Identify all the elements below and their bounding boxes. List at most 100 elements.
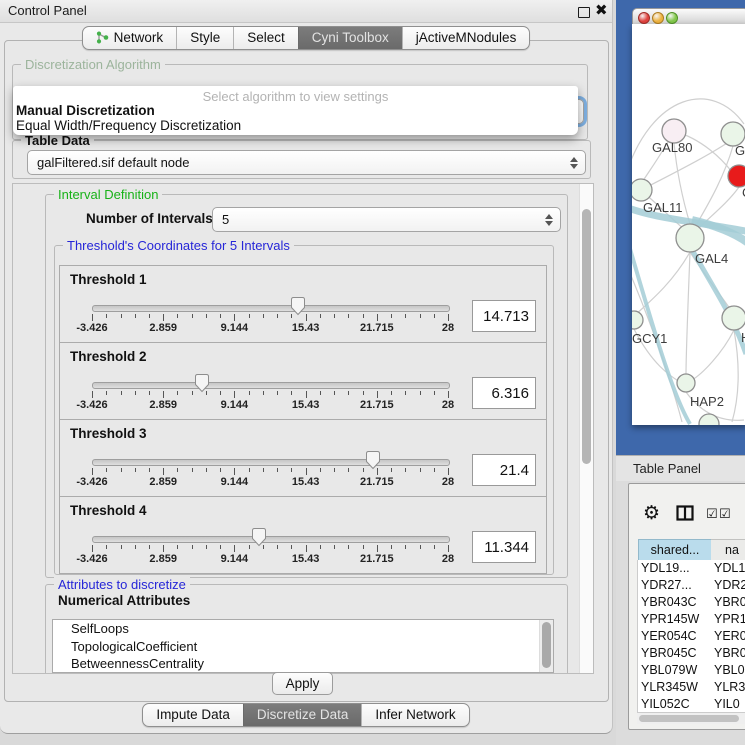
table-cell-name[interactable]: YBR0 [714,646,745,663]
threshold-1-slider-track[interactable] [92,305,450,312]
minimize-traffic-light-icon[interactable] [652,12,664,24]
close-icon[interactable]: ✖ [595,1,608,19]
attributes-scrollbar[interactable] [539,620,553,672]
network-node[interactable] [676,224,704,252]
table-cell-shared-name[interactable]: YPR145W [641,612,707,629]
panel-scrollbar[interactable] [579,184,593,673]
float-window-icon[interactable] [578,7,590,18]
table-cell-name[interactable]: YER0 [714,629,745,646]
attribute-item[interactable]: TopologicalCoefficient [53,638,553,656]
tab-network[interactable]: Network [83,27,177,49]
tab-label: Discretize Data [257,707,349,722]
panel-scrollbar-thumb[interactable] [582,209,591,464]
network-node[interactable] [722,306,745,330]
threshold-4-slider-thumb[interactable] [251,527,267,547]
tick-mark [306,545,307,552]
threshold-1-value-field[interactable]: 14.713 [472,300,536,332]
network-canvas[interactable]: GAL80GACGAL11GAL4GCY1HHAP2 [632,24,745,425]
column-header-name[interactable]: na [711,539,745,561]
threshold-1-slider-thumb[interactable] [290,296,306,316]
table-cell-name[interactable]: YDR2 [714,578,745,595]
threshold-3-slider-track[interactable] [92,459,450,466]
network-node[interactable] [677,374,695,392]
tick-mark [249,314,250,318]
tick-mark [92,468,93,475]
tick-mark [192,468,193,472]
table-data-combo[interactable]: galFiltered.sif default node [27,150,586,175]
network-node[interactable] [632,179,652,201]
node-label: GCY1 [632,331,667,346]
table-cell-name[interactable]: YBL0 [714,663,745,680]
tick-mark [377,391,378,398]
tick-mark [220,314,221,318]
thresholds-group: Threshold's Coordinates for 5 Intervals … [54,245,554,575]
gear-icon[interactable]: ⚙ [643,502,660,525]
tick-mark [220,468,221,472]
threshold-2-slider-thumb[interactable] [194,373,210,393]
tick-mark [177,314,178,318]
table-horizontal-scrollbar-thumb[interactable] [639,715,739,722]
attribute-item[interactable]: SelfLoops [53,620,553,638]
tab-select[interactable]: Select [233,27,298,49]
table-cell-name[interactable]: YDL1 [714,561,745,578]
table-cell-shared-name[interactable]: YER054C [641,629,707,646]
node-label: HAP2 [690,394,724,409]
tick-mark [149,391,150,395]
threshold-1-box: Threshold 1-3.4262.8599.14415.4321.71528… [59,265,547,343]
table-cell-shared-name[interactable]: YBL079W [641,663,707,680]
network-node[interactable] [632,311,643,329]
tab-infer-network[interactable]: Infer Network [361,704,468,726]
network-node[interactable] [699,414,719,425]
table-cell-shared-name[interactable]: YDL19... [641,561,707,578]
table-cell-shared-name[interactable]: YBR045C [641,646,707,663]
table-horizontal-scrollbar[interactable] [637,712,745,724]
table-cell-shared-name[interactable]: YLR345W [641,680,707,697]
apply-button[interactable]: Apply [272,672,333,695]
number-of-intervals-combo[interactable]: 5 [212,207,561,232]
tick-mark [334,468,335,472]
menu-item-manual-discretization[interactable]: Manual Discretization [16,103,155,118]
threshold-4-slider-track[interactable] [92,536,450,543]
checkbox-checked-icon[interactable]: ☑ [719,506,731,522]
network-node[interactable] [728,165,745,187]
threshold-4-box: Threshold 4-3.4262.8599.14415.4321.71528… [59,496,547,574]
tick-mark [448,545,449,552]
close-traffic-light-icon[interactable] [638,12,650,24]
threshold-4-value-field[interactable]: 11.344 [472,531,536,563]
node-label: GAL4 [695,251,728,266]
threshold-3-slider-thumb[interactable] [365,450,381,470]
attributes-scrollbar-thumb[interactable] [542,622,551,668]
table-cell-name[interactable]: YBR0 [714,595,745,612]
threshold-2-value-field[interactable]: 6.316 [472,377,536,409]
zoom-traffic-light-icon[interactable] [666,12,678,24]
tab-label: Infer Network [375,707,455,722]
tab-style[interactable]: Style [176,27,233,49]
table-cell-shared-name[interactable]: YDR27... [641,578,707,595]
table-cell-name[interactable]: YPR1 [714,612,745,629]
column-header-shared-name[interactable]: shared... [638,539,712,561]
tab-impute-data[interactable]: Impute Data [143,704,243,726]
tick-mark [249,545,250,549]
attribute-item[interactable]: BetweennessCentrality [53,655,553,673]
numerical-attributes-list[interactable]: SelfLoopsTopologicalCoefficientBetweenne… [52,619,554,673]
split-view-icon[interactable] [676,505,694,521]
checkbox-checked-icon[interactable]: ☑ [706,506,718,522]
menu-item-equal-width-frequency[interactable]: Equal Width/Frequency Discretization [16,118,241,133]
tick-mark [320,545,321,549]
tick-mark [234,314,235,321]
tab-label: Style [190,30,220,45]
tick-mark [263,391,264,395]
table-cell-shared-name[interactable]: YBR043C [641,595,707,612]
tab-jactivemnodules[interactable]: jActiveMNodules [402,27,530,49]
tick-mark [177,391,178,395]
tick-mark [263,468,264,472]
threshold-3-value-field[interactable]: 21.4 [472,454,536,486]
tab-cyni-toolbox[interactable]: Cyni Toolbox [298,27,402,49]
tick-mark [192,391,193,395]
number-of-intervals-label: Number of Intervals [86,211,213,226]
tab-discretize-data[interactable]: Discretize Data [243,704,362,726]
tick-mark [92,545,93,552]
table-cell-name[interactable]: YLR3 [714,680,745,697]
tick-mark [163,468,164,475]
threshold-2-slider-track[interactable] [92,382,450,389]
